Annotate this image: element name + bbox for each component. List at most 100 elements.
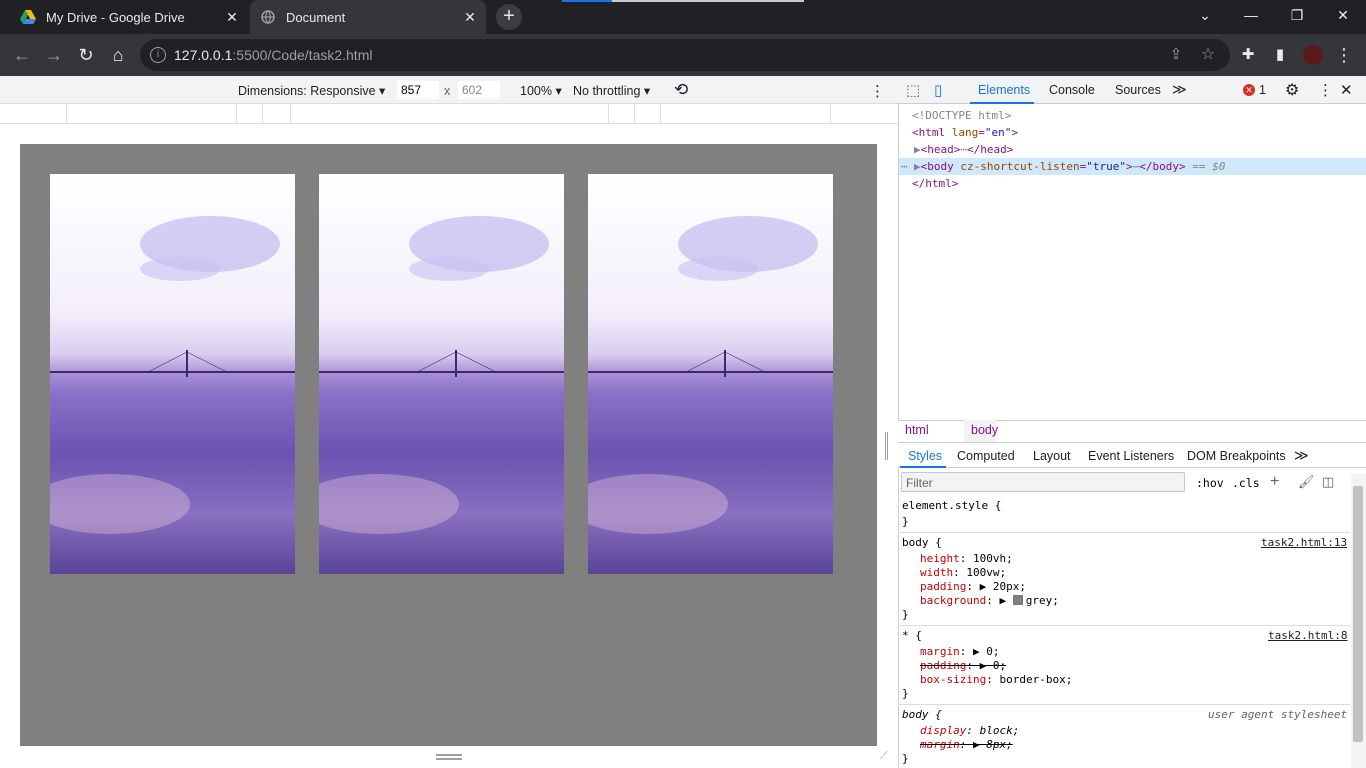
more-tabs-icon[interactable]: ≫: [1172, 81, 1187, 98]
url-text[interactable]: 127.0.0.1:5500/Code/task2.html: [174, 47, 372, 63]
prop-name: padding: [920, 659, 967, 672]
ruler-tick: [290, 104, 291, 124]
tab-styles[interactable]: Styles: [908, 449, 942, 463]
tab-event-listeners[interactable]: Event Listeners: [1088, 449, 1174, 463]
inspect-element-icon[interactable]: ⬚: [906, 81, 920, 99]
style-prop-overridden[interactable]: padding: ▶ 0;: [920, 659, 1006, 672]
style-prop[interactable]: padding: ▶ 20px;: [920, 580, 1026, 593]
devtools-menu-icon[interactable]: ⋮: [1318, 81, 1333, 99]
breadcrumb-html[interactable]: html: [905, 423, 929, 437]
cls-toggle[interactable]: .cls: [1232, 476, 1260, 490]
dom-doctype[interactable]: <!DOCTYPE html>: [912, 109, 1011, 122]
error-icon[interactable]: ✕: [1243, 84, 1255, 96]
home-icon[interactable]: ⌂: [106, 43, 130, 67]
tab-title: Document: [286, 9, 346, 25]
dom-body[interactable]: ▶<body cz-shortcut-listen="true">⋯</body…: [914, 160, 1225, 173]
tab-elements[interactable]: Elements: [978, 83, 1030, 97]
dimensions-dropdown[interactable]: Dimensions: Responsive ▾: [238, 83, 385, 98]
reload-icon[interactable]: ↻: [74, 43, 98, 67]
attr-value: "true": [1086, 160, 1126, 173]
share-icon[interactable]: ⇪: [1164, 43, 1188, 67]
style-prop[interactable]: height: 100vh;: [920, 552, 1013, 565]
height-input[interactable]: 602: [457, 80, 501, 100]
menu-kebab-icon[interactable]: ⋮: [1332, 43, 1356, 67]
rotate-icon[interactable]: ⟲: [674, 80, 688, 100]
prop-value: grey;: [1025, 594, 1059, 607]
resize-corner-icon[interactable]: ⟋: [880, 750, 888, 763]
expand-triangle-icon[interactable]: ▶: [914, 160, 921, 173]
tab-google-drive[interactable]: My Drive - Google Drive ✕: [8, 0, 248, 34]
close-tab-icon[interactable]: ✕: [462, 9, 478, 25]
tab-sources[interactable]: Sources: [1115, 83, 1161, 97]
expand-triangle-icon[interactable]: ▶: [980, 659, 987, 672]
hov-toggle[interactable]: :hov: [1196, 476, 1224, 490]
rule-close: }: [902, 515, 909, 528]
new-rule-icon[interactable]: +: [1270, 473, 1279, 491]
sidebar-toggle-icon[interactable]: ◫: [1322, 474, 1334, 490]
resize-handle-right[interactable]: [885, 432, 888, 460]
style-prop-overridden[interactable]: margin: ▶ 8px;: [920, 738, 1013, 751]
expand-triangle-icon[interactable]: ▶: [914, 143, 921, 156]
error-count[interactable]: 1: [1259, 83, 1266, 97]
tab-document[interactable]: Document ✕: [250, 0, 486, 34]
expand-triangle-icon[interactable]: ▶: [980, 580, 987, 593]
style-prop[interactable]: width: 100vw;: [920, 566, 1006, 579]
expand-triangle-icon[interactable]: ▶: [999, 594, 1006, 607]
settings-gear-icon[interactable]: ⚙: [1285, 80, 1299, 100]
extensions-icon[interactable]: ✚: [1236, 43, 1260, 67]
divider: [898, 704, 1350, 705]
ellipsis-icon[interactable]: ⋯: [960, 143, 967, 156]
close-devtools-icon[interactable]: ✕: [1340, 81, 1353, 99]
style-prop[interactable]: background: ▶ grey;: [920, 594, 1059, 607]
style-prop[interactable]: margin: ▶ 0;: [920, 645, 1000, 658]
element-style-selector[interactable]: element.style {: [902, 499, 1001, 512]
star-rule-selector[interactable]: * {: [902, 629, 922, 642]
tab-computed[interactable]: Computed: [957, 449, 1015, 463]
side-panel-icon[interactable]: ▮: [1268, 43, 1292, 67]
close-window-button[interactable]: ✕: [1320, 0, 1366, 30]
resize-handle-bottom[interactable]: [436, 754, 462, 760]
ruler-tick: [634, 104, 635, 124]
device-toolbar-menu-icon[interactable]: ⋮: [870, 82, 885, 100]
new-tab-button[interactable]: +: [496, 4, 522, 30]
device-toggle-icon[interactable]: ▯: [934, 81, 942, 99]
bookmark-star-icon[interactable]: ☆: [1196, 43, 1220, 67]
restore-button[interactable]: ❐: [1274, 0, 1320, 30]
expand-triangle-icon[interactable]: ▶: [973, 738, 980, 751]
profile-avatar[interactable]: [1303, 45, 1323, 65]
star-rule-source[interactable]: task2.html:8: [1268, 629, 1347, 642]
scrollbar-thumb[interactable]: [1353, 486, 1363, 742]
minimize-button[interactable]: —: [1228, 0, 1274, 30]
more-tabs-icon[interactable]: ≫: [1294, 447, 1309, 464]
prop-name: box-sizing: [920, 673, 987, 686]
ua-rule-selector[interactable]: body {: [902, 708, 942, 721]
prop-name: margin: [920, 645, 960, 658]
row-ellipsis-icon[interactable]: ⋯: [901, 160, 908, 173]
dom-html-close[interactable]: </html>: [912, 177, 958, 190]
body-rule-source[interactable]: task2.html:13: [1261, 536, 1347, 549]
style-prop[interactable]: box-sizing: border-box;: [920, 673, 1072, 686]
dom-head[interactable]: ▶<head>⋯</head>: [914, 143, 1013, 156]
zoom-dropdown[interactable]: 100% ▾: [520, 83, 562, 98]
dom-html-open[interactable]: <html lang="en">: [912, 126, 1018, 139]
prop-name: background: [920, 594, 987, 607]
breadcrumb-body[interactable]: body: [971, 423, 998, 437]
tab-dom-breakpoints[interactable]: DOM Breakpoints: [1187, 449, 1286, 463]
tab-console[interactable]: Console: [1049, 83, 1095, 97]
tab-search-icon[interactable]: ⌄: [1182, 0, 1228, 30]
style-prop[interactable]: display: block;: [920, 724, 1019, 737]
close-tab-icon[interactable]: ✕: [224, 9, 240, 25]
color-swatch[interactable]: [1012, 595, 1023, 605]
styles-filter-input[interactable]: Filter: [901, 472, 1185, 492]
ruler-tick: [660, 104, 661, 124]
body-rule-selector[interactable]: body {: [902, 536, 942, 549]
info-icon[interactable]: i: [150, 47, 166, 63]
forward-icon[interactable]: →: [42, 43, 66, 67]
width-input[interactable]: 857: [396, 80, 440, 100]
tab-layout[interactable]: Layout: [1033, 449, 1071, 463]
rule-close: }: [902, 752, 909, 765]
throttling-dropdown[interactable]: No throttling ▾: [573, 83, 650, 98]
paint-icon[interactable]: 🖌: [1298, 474, 1315, 490]
back-icon[interactable]: ←: [10, 43, 34, 67]
expand-triangle-icon[interactable]: ▶: [973, 645, 980, 658]
